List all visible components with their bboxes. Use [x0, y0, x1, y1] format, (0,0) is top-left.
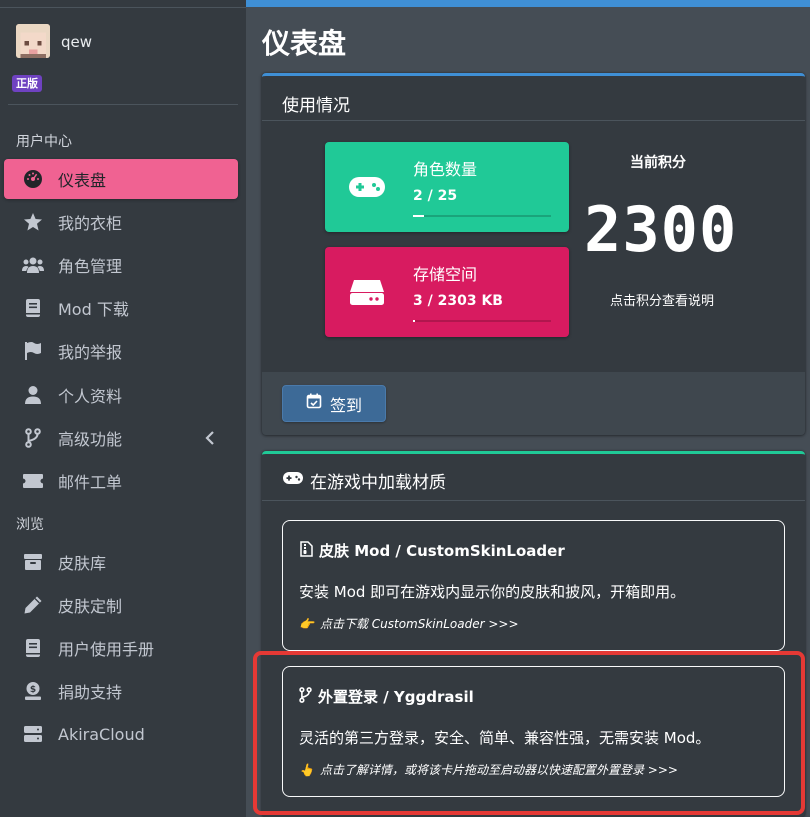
sidebar-item-closet[interactable]: 我的衣柜	[4, 202, 238, 242]
star-icon	[22, 211, 44, 233]
code-branch-icon	[22, 427, 44, 449]
sidebar-item-label: 皮肤定制	[58, 597, 123, 616]
players-value: 2 / 25	[413, 188, 458, 204]
score-hint: 点击积分查看说明	[610, 294, 715, 309]
usage-card-title: 使用情况	[282, 96, 350, 116]
book-icon	[22, 297, 44, 319]
players-progress-fill	[413, 215, 425, 217]
sidebar-item-akiracloud[interactable]: AkiraCloud	[4, 714, 238, 754]
dashboard-icon	[22, 168, 44, 190]
skin-mod-download-link[interactable]: 👉 点击下载 CustomSkinLoader >>>	[299, 615, 519, 632]
sidebar-item-label: 高级功能	[58, 430, 123, 449]
sidebar-item-profile[interactable]: 个人资料	[4, 375, 238, 415]
gamepad-icon	[282, 470, 304, 491]
ticket-icon	[22, 470, 44, 492]
load-card-title: 在游戏中加载材质	[282, 468, 446, 493]
svg-text:$: $	[30, 685, 36, 695]
sidebar-item-reports[interactable]: 我的举报	[4, 331, 238, 371]
sidebar-top-divider	[0, 7, 246, 8]
license-badge: 正版	[12, 75, 42, 92]
pencil-icon	[22, 594, 44, 616]
storage-progress	[413, 320, 551, 322]
sidebar-item-advanced[interactable]: 高级功能	[4, 418, 238, 458]
chevron-left-icon[interactable]	[204, 430, 216, 446]
nav-header-user-center: 用户中心	[16, 134, 72, 150]
calendar-check-icon	[306, 393, 322, 414]
players-progress	[413, 215, 551, 217]
players-label: 角色数量	[413, 160, 478, 179]
sidebar-item-label: 捐助支持	[58, 683, 123, 702]
score-value[interactable]: 2300	[584, 193, 737, 266]
storage-info-box[interactable]: 存储空间 3 / 2303 KB	[325, 247, 569, 337]
sidebar-item-label: 角色管理	[58, 257, 123, 276]
pointing-right-emoji-icon: 👉	[299, 616, 314, 631]
score-label: 当前积分	[630, 155, 686, 171]
sidebar-item-skin-library[interactable]: 皮肤库	[4, 542, 238, 582]
sidebar-item-label: 皮肤库	[58, 554, 107, 573]
storage-progress-fill	[413, 320, 415, 322]
sidebar-item-players[interactable]: 角色管理	[4, 245, 238, 285]
sidebar-item-label: 个人资料	[58, 387, 123, 406]
card-header-divider	[262, 120, 805, 121]
avatar[interactable]	[16, 24, 50, 58]
flag-icon	[22, 340, 44, 362]
highlight-box	[253, 651, 805, 815]
players-info-box[interactable]: 角色数量 2 / 25	[325, 142, 569, 232]
top-navbar-edge	[246, 0, 810, 7]
card-header-divider	[262, 500, 805, 501]
users-icon	[22, 254, 44, 276]
sidebar-item-skin-custom[interactable]: 皮肤定制	[4, 585, 238, 625]
user-panel[interactable]: qew 正版	[0, 14, 246, 104]
skin-mod-title-text: 皮肤 Mod / CustomSkinLoader	[319, 542, 565, 560]
app-root: qew 正版 用户中心 仪表盘 我的衣柜 角色管理 Mod 下载 我的举报 个人…	[0, 0, 810, 817]
sidebar: qew 正版 用户中心 仪表盘 我的衣柜 角色管理 Mod 下载 我的举报 个人…	[0, 0, 246, 817]
hdd-icon	[347, 275, 387, 309]
page-title: 仪表盘	[262, 27, 347, 60]
sidebar-item-label: AkiraCloud	[58, 724, 145, 744]
user-icon	[22, 384, 44, 406]
usage-card: 使用情况 角色数量 2 / 25 存储空间 3 / 2303 KB 当前积分 2…	[262, 73, 805, 435]
storage-value: 3 / 2303 KB	[413, 293, 503, 309]
checkin-label: 签到	[329, 397, 362, 415]
sidebar-item-tickets[interactable]: 邮件工单	[4, 461, 238, 501]
skin-mod-description: 安装 Mod 即可在游戏内显示你的皮肤和披风，开箱即用。	[299, 583, 686, 601]
skin-mod-link-text: 点击下载 CustomSkinLoader >>>	[319, 617, 519, 631]
usage-card-footer: 签到	[262, 372, 805, 435]
book-icon	[22, 637, 44, 659]
server-icon	[22, 723, 44, 745]
sidebar-item-manual[interactable]: 用户使用手册	[4, 628, 238, 668]
storage-label: 存储空间	[413, 265, 478, 284]
sidebar-item-label: 仪表盘	[58, 171, 107, 190]
nav-header-browse: 浏览	[16, 517, 44, 533]
sidebar-item-dashboard[interactable]: 仪表盘	[4, 159, 238, 199]
skin-mod-title: 皮肤 Mod / CustomSkinLoader	[299, 540, 565, 561]
sidebar-item-mod-download[interactable]: Mod 下载	[4, 288, 238, 328]
sidebar-item-label: 我的衣柜	[58, 214, 123, 233]
username[interactable]: qew	[61, 33, 92, 51]
sidebar-item-label: 我的举报	[58, 343, 123, 362]
skin-mod-card[interactable]: 皮肤 Mod / CustomSkinLoader 安装 Mod 即可在游戏内显…	[282, 520, 785, 651]
sidebar-item-label: 用户使用手册	[58, 640, 155, 659]
user-panel-divider	[8, 104, 238, 105]
load-card-title-text: 在游戏中加载材质	[310, 473, 446, 493]
checkin-button[interactable]: 签到	[282, 385, 386, 422]
sidebar-item-donate[interactable]: $ 捐助支持	[4, 671, 238, 711]
archive-icon	[22, 551, 44, 573]
sidebar-item-label: 邮件工单	[58, 473, 123, 492]
sidebar-item-label: Mod 下载	[58, 300, 129, 319]
donate-icon: $	[22, 680, 44, 702]
gamepad-icon	[347, 170, 387, 204]
file-archive-icon	[299, 540, 313, 561]
